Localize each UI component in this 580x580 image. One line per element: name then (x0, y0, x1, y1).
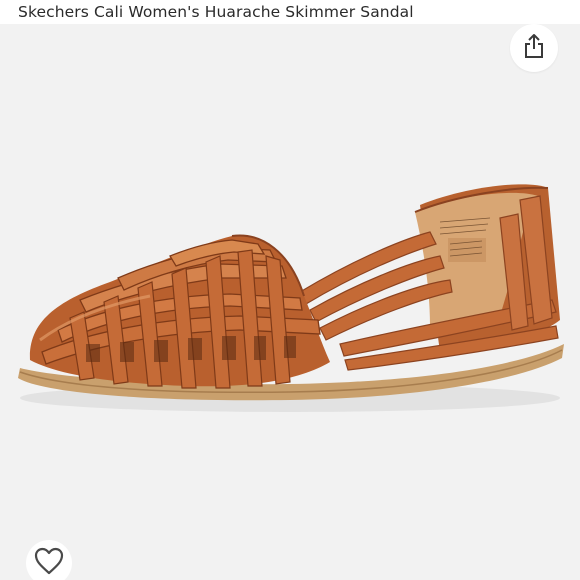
wishlist-button[interactable] (26, 540, 72, 580)
title-bar: Skechers Cali Women's Huarache Skimmer S… (0, 0, 580, 24)
share-button[interactable] (510, 24, 558, 72)
product-image[interactable] (0, 24, 580, 580)
heart-outline-icon (34, 547, 64, 579)
product-image-area[interactable] (0, 24, 580, 580)
product-title: Skechers Cali Women's Huarache Skimmer S… (18, 3, 414, 21)
share-icon (522, 33, 546, 63)
product-screen: Skechers Cali Women's Huarache Skimmer S… (0, 0, 580, 580)
